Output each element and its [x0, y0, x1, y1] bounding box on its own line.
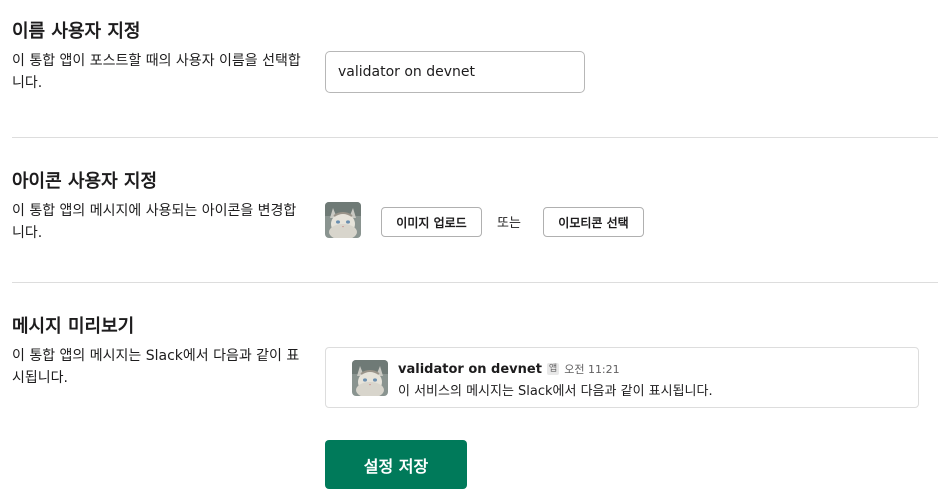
cat-avatar-icon — [352, 360, 388, 396]
app-badge: 앱 — [546, 363, 560, 375]
message-preview-description: 이 통합 앱의 메시지는 Slack에서 다음과 같이 표시됩니다. — [12, 348, 300, 386]
username-input[interactable] — [325, 51, 585, 93]
message-header: validator on devnet 앱 오전 11:21 — [398, 361, 620, 377]
or-text: 또는 — [497, 216, 521, 231]
section-divider — [12, 137, 938, 138]
save-settings-button[interactable]: 설정 저장 — [325, 440, 467, 489]
cat-avatar-icon — [325, 202, 361, 238]
integration-settings-page: 이름 사용자 지정 이 통합 앱이 포스트할 때의 사용자 이름을 선택합니다.… — [0, 0, 950, 503]
message-preview-title: 메시지 미리보기 — [12, 316, 135, 337]
customize-icon-section: 아이콘 사용자 지정 이 통합 앱의 메시지에 사용되는 아이콘을 변경합니다.… — [12, 170, 938, 244]
message-timestamp[interactable]: 오전 11:21 — [564, 361, 619, 377]
customize-icon-description: 이 통합 앱의 메시지에 사용되는 아이콘을 변경합니다. — [12, 203, 297, 241]
message-preview-box: validator on devnet 앱 오전 11:21 이 서비스의 메시… — [325, 347, 919, 408]
section-divider — [12, 282, 938, 283]
message-preview-section: 메시지 미리보기 이 통합 앱의 메시지는 Slack에서 다음과 같이 표시됩… — [12, 315, 938, 408]
upload-image-button[interactable]: 이미지 업로드 — [381, 207, 482, 237]
choose-emoji-button[interactable]: 이모티콘 선택 — [543, 207, 644, 237]
customize-name-section: 이름 사용자 지정 이 통합 앱이 포스트할 때의 사용자 이름을 선택합니다. — [12, 20, 938, 94]
customize-icon-title: 아이콘 사용자 지정 — [12, 171, 158, 192]
customize-name-description: 이 통합 앱이 포스트할 때의 사용자 이름을 선택합니다. — [12, 53, 301, 91]
customize-name-title: 이름 사용자 지정 — [12, 21, 141, 42]
message-text: 이 서비스의 메시지는 Slack에서 다음과 같이 표시됩니다. — [398, 384, 713, 399]
message-sender-name[interactable]: validator on devnet — [398, 362, 542, 377]
